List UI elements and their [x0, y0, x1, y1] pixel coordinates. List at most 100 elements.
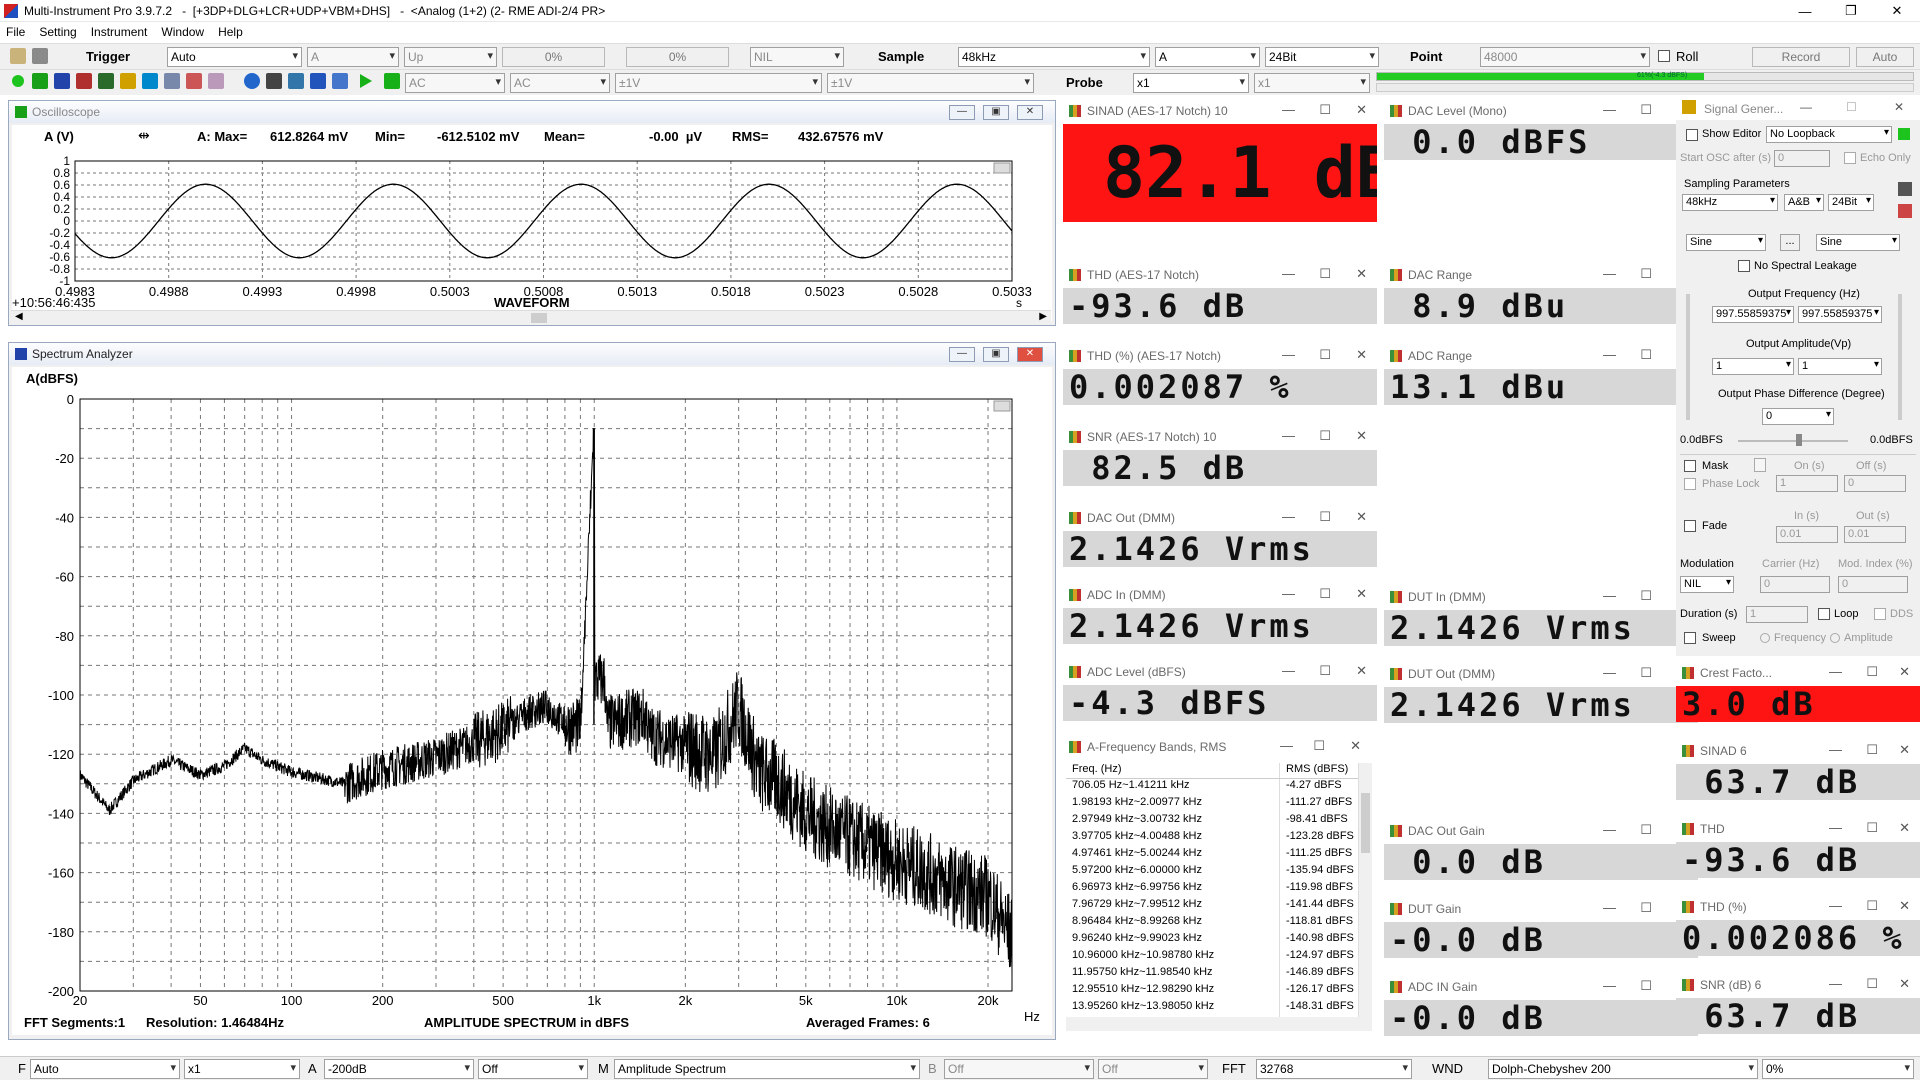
- waveform-b-select[interactable]: Sine: [1816, 234, 1900, 251]
- frequency-a-input[interactable]: 997.55859375: [1712, 306, 1794, 323]
- meter-close-icon[interactable]: ✕: [1356, 102, 1367, 118]
- meter-maximize-icon[interactable]: ☐: [1866, 742, 1878, 758]
- meter-minimize-icon[interactable]: —: [1282, 509, 1295, 524]
- sg-bits-select[interactable]: 24Bit: [1828, 194, 1874, 211]
- meter-maximize-icon[interactable]: ☐: [1319, 347, 1331, 363]
- meter-maximize-icon[interactable]: ☐: [1640, 665, 1652, 681]
- loop-checkbox[interactable]: [1818, 608, 1830, 620]
- point-select[interactable]: 48000: [1480, 47, 1650, 67]
- meter-close-icon[interactable]: ✕: [1356, 428, 1367, 444]
- meter-close-icon[interactable]: ✕: [1899, 664, 1910, 680]
- meter-minimize-icon[interactable]: —: [1282, 266, 1295, 281]
- meter-close-icon[interactable]: ✕: [1356, 586, 1367, 602]
- scroll-left-icon[interactable]: ◀: [15, 311, 23, 322]
- sample-channel-select[interactable]: A: [1155, 47, 1260, 67]
- osc-maximize-button[interactable]: ▣: [983, 105, 1009, 120]
- f-scale-select[interactable]: x1: [184, 1059, 300, 1079]
- amplitude-slider-left[interactable]: [1686, 294, 1690, 420]
- spec-minimize-button[interactable]: —: [949, 347, 975, 362]
- osc-close-button[interactable]: ✕: [1017, 105, 1043, 120]
- meter-close-icon[interactable]: ✕: [1899, 898, 1910, 914]
- spectrum-chart[interactable]: 20 50 100 200 500 1k 2k 5k 10k 20k 0 -20 -40 -60 -80 -1…: [12, 367, 1052, 1035]
- window-select[interactable]: Dolph-Chebyshev 200: [1488, 1059, 1758, 1079]
- mask-on-input[interactable]: 1: [1776, 475, 1838, 492]
- calibration-icon[interactable]: [288, 73, 304, 89]
- meter-minimize-icon[interactable]: —: [1829, 664, 1842, 679]
- table-row[interactable]: 706.05 Hz~1.41211 kHz -4.27 dBFS: [1066, 779, 1372, 796]
- fade-checkbox[interactable]: [1684, 520, 1696, 532]
- table-scrollbar[interactable]: [1358, 763, 1372, 1017]
- meter-maximize-icon[interactable]: ☐: [1319, 102, 1331, 118]
- table-row[interactable]: 5.97200 kHz~6.00000 kHz -135.94 dBFS: [1066, 864, 1372, 881]
- col-header-freq[interactable]: Freq. (Hz): [1066, 763, 1280, 778]
- meter-minimize-icon[interactable]: —: [1282, 102, 1295, 117]
- restore-icon[interactable]: ❐: [1828, 0, 1874, 22]
- meter-minimize-icon[interactable]: —: [1829, 820, 1842, 835]
- fb-minimize-icon[interactable]: —: [1280, 738, 1293, 753]
- table-row[interactable]: 6.96973 kHz~6.99756 kHz -119.98 dBFS: [1066, 881, 1372, 898]
- carrier-input[interactable]: 0: [1760, 576, 1830, 593]
- col-header-rms[interactable]: RMS (dBFS): [1280, 763, 1360, 778]
- duration-input[interactable]: 1: [1746, 606, 1808, 623]
- range-a-select[interactable]: ±1V: [615, 73, 822, 93]
- table-row[interactable]: 11.95750 kHz~11.98540 kHz -146.89 dBFS: [1066, 966, 1372, 983]
- a-off-select[interactable]: Off: [478, 1059, 588, 1079]
- multimeter-icon[interactable]: [98, 73, 114, 89]
- close-icon[interactable]: ✕: [1874, 0, 1920, 22]
- mask-off-input[interactable]: 0: [1844, 475, 1906, 492]
- meter-minimize-icon[interactable]: —: [1282, 586, 1295, 601]
- meter-close-icon[interactable]: ✕: [1899, 742, 1910, 758]
- coupling-b-select[interactable]: AC: [510, 73, 610, 93]
- meter-minimize-icon[interactable]: —: [1282, 663, 1295, 678]
- phase-lock-checkbox[interactable]: [1684, 478, 1696, 490]
- step-icon[interactable]: [384, 73, 400, 89]
- range-b-select[interactable]: ±1V: [827, 73, 1034, 93]
- meter-maximize-icon[interactable]: ☐: [1640, 588, 1652, 604]
- table-row[interactable]: 7.96729 kHz~7.99512 kHz -141.44 dBFS: [1066, 898, 1372, 915]
- meter-minimize-icon[interactable]: —: [1603, 978, 1616, 993]
- meter-maximize-icon[interactable]: ☐: [1640, 102, 1652, 118]
- table-row[interactable]: 4.97461 kHz~5.00244 kHz -111.25 dBFS: [1066, 847, 1372, 864]
- meter-maximize-icon[interactable]: ☐: [1319, 586, 1331, 602]
- meter-maximize-icon[interactable]: ☐: [1866, 976, 1878, 992]
- amplitude-a-input[interactable]: 1: [1712, 358, 1794, 375]
- b-off-select[interactable]: Off: [944, 1059, 1094, 1079]
- meter-minimize-icon[interactable]: —: [1603, 665, 1616, 680]
- sg-channels-select[interactable]: A&B: [1784, 194, 1824, 211]
- loopback-select[interactable]: No Loopback: [1766, 126, 1892, 143]
- sweep-checkbox[interactable]: [1684, 632, 1696, 644]
- trigger-edge-select[interactable]: Up: [404, 47, 497, 67]
- meter-maximize-icon[interactable]: ☐: [1319, 663, 1331, 679]
- open-icon[interactable]: [10, 48, 26, 64]
- bit-depth-select[interactable]: 24Bit: [1265, 47, 1379, 67]
- spec-maximize-button[interactable]: ▣: [983, 347, 1009, 362]
- trigger-source-select[interactable]: NIL: [750, 47, 844, 67]
- start-osc-input[interactable]: 0: [1774, 150, 1830, 167]
- amplitude-slider-right[interactable]: [1898, 294, 1902, 420]
- meter-maximize-icon[interactable]: ☐: [1866, 664, 1878, 680]
- table-scroll-thumb[interactable]: [1361, 793, 1370, 853]
- dut-icon[interactable]: [142, 73, 158, 89]
- mod-index-input[interactable]: 0: [1838, 576, 1908, 593]
- meter-maximize-icon[interactable]: ☐: [1866, 820, 1878, 836]
- show-editor-checkbox[interactable]: [1686, 129, 1698, 141]
- table-row[interactable]: 2.97949 kHz~3.00732 kHz -98.41 dBFS: [1066, 813, 1372, 830]
- menu-help[interactable]: Help: [218, 25, 243, 39]
- meter-maximize-icon[interactable]: ☐: [1319, 428, 1331, 444]
- speaker-icon[interactable]: [332, 73, 348, 89]
- meter-minimize-icon[interactable]: —: [1829, 976, 1842, 991]
- f-mode-select[interactable]: Auto: [30, 1059, 180, 1079]
- load-preset-icon[interactable]: [1898, 204, 1912, 218]
- fft-size-select[interactable]: 32768: [1256, 1059, 1412, 1079]
- meter-maximize-icon[interactable]: ☐: [1640, 266, 1652, 282]
- meter-minimize-icon[interactable]: —: [1829, 898, 1842, 913]
- fade-out-input[interactable]: 0.01: [1844, 526, 1906, 543]
- menu-instrument[interactable]: Instrument: [91, 25, 148, 39]
- scroll-right-icon[interactable]: ▶: [1039, 311, 1047, 322]
- table-row[interactable]: 8.96484 kHz~8.99268 kHz -118.81 dBFS: [1066, 915, 1372, 932]
- mask-options-button[interactable]: [1754, 458, 1766, 472]
- meter-close-icon[interactable]: ✕: [1356, 663, 1367, 679]
- meter-minimize-icon[interactable]: —: [1603, 588, 1616, 603]
- auto-button[interactable]: Auto: [1856, 47, 1914, 67]
- menu-window[interactable]: Window: [161, 25, 204, 39]
